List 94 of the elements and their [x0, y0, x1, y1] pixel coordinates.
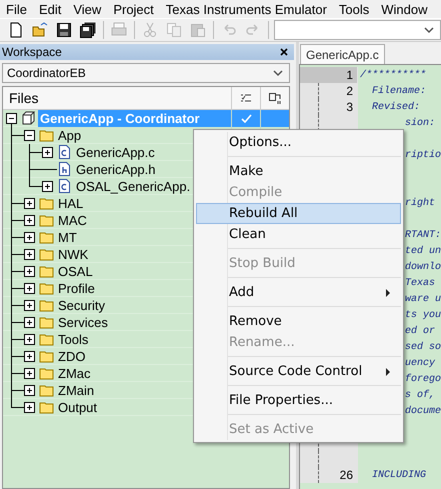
- submenu-arrow-icon: [386, 368, 390, 376]
- code-line: forego: [404, 374, 441, 384]
- code-line: ted un: [404, 246, 441, 256]
- line-number: 26: [340, 468, 353, 482]
- chevron-down-icon: [273, 70, 283, 76]
- tree-item[interactable]: Services: [56, 314, 110, 330]
- expand-toggle-icon[interactable]: [24, 368, 35, 378]
- context-menu-item[interactable]: File Properties...: [196, 390, 401, 411]
- context-menu-item[interactable]: Add: [196, 282, 401, 303]
- expand-toggle-icon[interactable]: [24, 402, 35, 412]
- code-line: sion:: [404, 118, 436, 128]
- expand-toggle-icon[interactable]: [24, 198, 35, 208]
- context-menu-item[interactable]: Clean: [196, 224, 401, 245]
- tree-item[interactable]: Profile: [56, 280, 97, 296]
- save-all-icon: [80, 22, 96, 38]
- printer-icon: [111, 22, 127, 38]
- line-number: 2: [346, 84, 353, 98]
- tree-item[interactable]: App: [56, 128, 84, 142]
- close-icon[interactable]: [280, 48, 288, 56]
- line-number: 3: [346, 100, 353, 114]
- context-menu-item[interactable]: Source Code Control: [196, 361, 401, 382]
- source-file-icon: [57, 178, 72, 194]
- code-line: Filename:: [371, 86, 426, 96]
- expand-toggle-icon[interactable]: [24, 214, 35, 226]
- tree-item[interactable]: OSAL_GenericApp.: [74, 178, 192, 194]
- code-line: uency: [404, 358, 436, 368]
- code-line: Texas: [404, 278, 436, 288]
- tree-item[interactable]: HAL: [56, 196, 86, 210]
- tree-item[interactable]: NWK: [56, 246, 90, 262]
- tree-item[interactable]: ZMain: [56, 382, 96, 398]
- source-file-icon: [57, 144, 72, 160]
- copy-icon: [166, 22, 182, 38]
- tree-item[interactable]: ZDO: [56, 348, 88, 364]
- scissors-icon: [142, 22, 158, 38]
- code-line: RTANT:: [404, 230, 441, 240]
- column-header: Files: [8, 89, 40, 108]
- expand-toggle-icon[interactable]: [42, 180, 53, 192]
- menu-item[interactable]: Texas Instruments Emulator: [160, 2, 333, 16]
- code-line: /**********: [359, 70, 426, 80]
- menu-item[interactable]: Tools: [332, 2, 376, 16]
- context-menu-item[interactable]: Make: [196, 161, 401, 182]
- tree-item[interactable]: GenericApp.h: [74, 162, 158, 176]
- code-line: ts you: [404, 310, 441, 320]
- context-menu-item[interactable]: Options...: [196, 132, 401, 153]
- menu-item[interactable]: View: [67, 2, 108, 16]
- header-file-icon: [57, 161, 72, 177]
- code-line: INCLUDING: [371, 470, 426, 480]
- expand-toggle-icon[interactable]: [24, 384, 35, 396]
- expand-toggle-icon[interactable]: [24, 232, 35, 242]
- tree-item[interactable]: MAC: [56, 212, 89, 228]
- code-line: s of,: [404, 390, 436, 400]
- code-line: riptio: [404, 150, 441, 160]
- file-info-column-icon: [268, 92, 282, 104]
- collapse-toggle-icon[interactable]: [24, 130, 35, 140]
- expand-toggle-icon[interactable]: [24, 266, 35, 276]
- build-column-icon: [239, 92, 253, 104]
- code-line: ed or: [404, 326, 436, 336]
- tree-item[interactable]: Output: [56, 400, 100, 414]
- expand-toggle-icon[interactable]: [42, 146, 53, 158]
- clipboard-icon: [190, 22, 206, 38]
- submenu-arrow-icon: [386, 288, 390, 296]
- workspace-title: Workspace: [2, 45, 62, 59]
- configuration-dropdown[interactable]: CoordinatorEB: [2, 63, 290, 83]
- context-menu-item[interactable]: Rebuild All: [196, 203, 401, 224]
- expand-toggle-icon[interactable]: [24, 350, 35, 362]
- code-line: Revised:: [371, 102, 420, 112]
- tree-item[interactable]: OSAL: [56, 264, 95, 278]
- tree-item[interactable]: MT: [56, 230, 79, 244]
- file-tab[interactable]: GenericApp.c: [300, 44, 385, 64]
- code-line: right: [404, 198, 436, 208]
- expand-toggle-icon[interactable]: [24, 300, 35, 310]
- expand-toggle-icon[interactable]: [24, 282, 35, 294]
- chevron-down-icon: [424, 26, 434, 34]
- expand-toggle-icon[interactable]: [24, 316, 35, 328]
- tree-item[interactable]: Security: [56, 298, 107, 312]
- code-line: docume: [404, 406, 441, 416]
- menu-item[interactable]: File: [0, 2, 33, 16]
- tree-item[interactable]: ZMac: [56, 366, 92, 380]
- tree-item[interactable]: GenericApp.c: [74, 144, 157, 160]
- save-icon: [56, 22, 72, 38]
- line-number: 1: [346, 68, 353, 82]
- collapse-toggle-icon[interactable]: [6, 112, 17, 124]
- tree-item[interactable]: Tools: [56, 332, 90, 346]
- menu-item[interactable]: Project: [107, 2, 160, 16]
- expand-toggle-icon[interactable]: [24, 248, 35, 260]
- expand-toggle-icon[interactable]: [24, 334, 35, 344]
- menu-item[interactable]: Window: [375, 2, 434, 16]
- code-line: downlo: [404, 262, 441, 272]
- code-line: sed so: [404, 342, 441, 352]
- menu-item[interactable]: Edit: [32, 2, 68, 16]
- context-menu-item[interactable]: Remove: [196, 311, 401, 332]
- code-line: ware u: [404, 294, 441, 304]
- open-folder-icon: [32, 22, 48, 38]
- new-file-icon: [8, 22, 24, 38]
